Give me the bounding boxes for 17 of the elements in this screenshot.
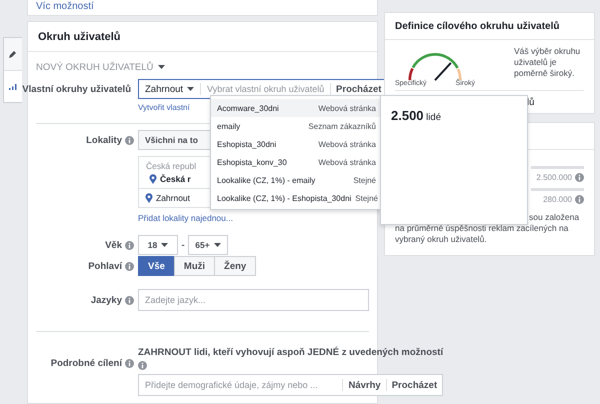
field-label: Jazyky	[90, 294, 122, 306]
audience-breadth-message: Váš výběr okruhu uživatelů je poměrně široký.	[514, 46, 582, 80]
selected-location: Česká r	[160, 174, 191, 184]
estimate-value: 280.000	[543, 195, 572, 204]
estimate-note: sou založena na průměrné úspěšnosti reklam zacílených na vybraný okruh uživatelů.	[394, 211, 580, 246]
location-search-hint: Česká republ	[146, 161, 196, 171]
panel-title: Definice cílového okruhu uživatelů	[395, 20, 560, 32]
field-label: Lokality	[86, 134, 122, 146]
field-label: Pohlaví	[88, 260, 122, 272]
field-label: Věk	[105, 240, 122, 250]
section-title: Okruh uživatelů	[38, 30, 121, 42]
targeting-instruction: ZAHRNOUT lidi, kteří vyhovují aspoň JEDNÉ z uvedených možností	[138, 347, 444, 358]
reach-estimate: 2.500 lidé	[391, 112, 441, 123]
range-separator: -	[180, 240, 186, 250]
field-label: Podrobné cílení	[50, 358, 122, 368]
field-label: Vlastní okruhy uživatelů	[22, 84, 131, 94]
estimate-value: 2.500.000	[536, 173, 572, 182]
